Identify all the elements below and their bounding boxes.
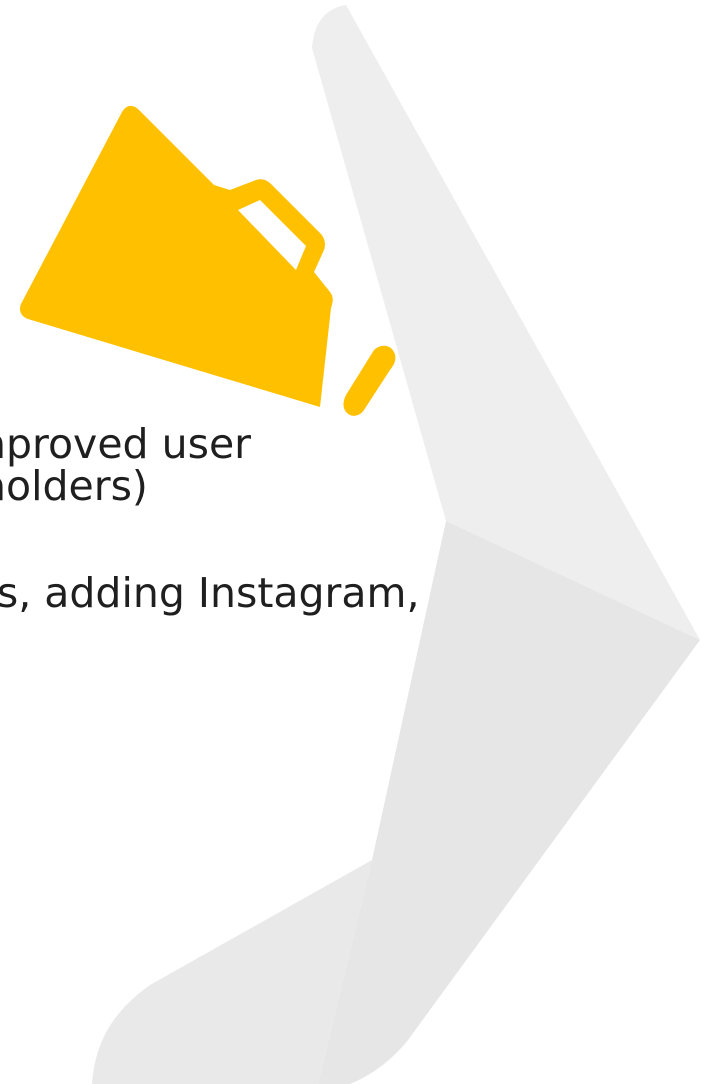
megaphone-mouthpiece — [343, 345, 396, 416]
body-text-line-1: nproved user — [0, 420, 252, 468]
megaphone-icon — [20, 105, 396, 416]
slide-page: nproved user holders) rs, adding Instagr… — [0, 0, 710, 1084]
body-text-line-2: holders) — [0, 462, 148, 510]
body-text-line-3: rs, adding Instagram, — [0, 569, 420, 617]
